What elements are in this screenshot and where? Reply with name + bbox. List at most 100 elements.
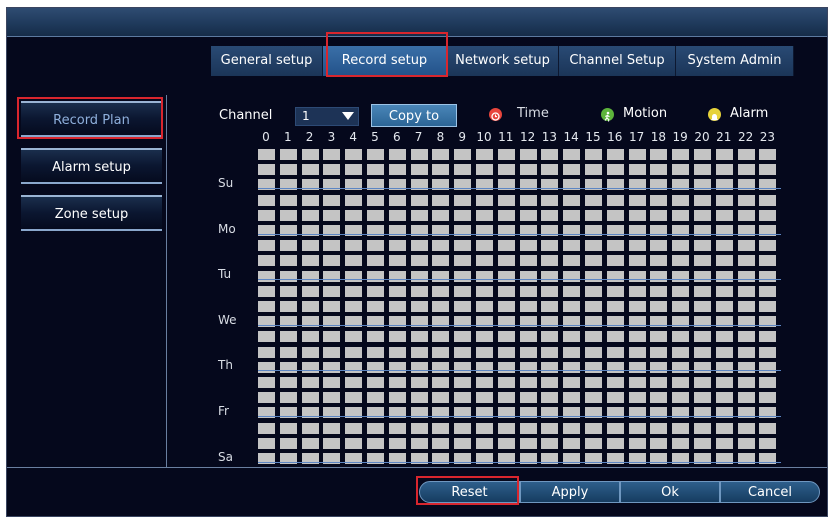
schedule-cell[interactable] — [323, 285, 341, 297]
schedule-cell[interactable] — [672, 209, 690, 221]
schedule-cell[interactable] — [279, 377, 297, 388]
schedule-cell[interactable] — [606, 346, 624, 358]
schedule-cell[interactable] — [694, 346, 711, 358]
schedule-cell[interactable] — [563, 346, 581, 358]
schedule-cell[interactable] — [388, 149, 406, 160]
schedule-cell[interactable] — [650, 255, 668, 267]
schedule-cell[interactable] — [367, 209, 384, 221]
tab-general-setup[interactable]: General setup — [211, 46, 323, 76]
schedule-cell[interactable] — [737, 331, 755, 343]
schedule-cell[interactable] — [258, 209, 275, 221]
schedule-cell[interactable] — [606, 437, 624, 449]
schedule-cell[interactable] — [541, 301, 559, 312]
schedule-cell[interactable] — [759, 392, 777, 404]
schedule-cell[interactable] — [432, 346, 450, 358]
schedule-cell[interactable] — [628, 255, 646, 267]
sidebar-item-alarm-setup[interactable]: Alarm setup — [21, 148, 162, 184]
cancel-button[interactable]: Cancel — [720, 481, 820, 503]
schedule-cell[interactable] — [410, 255, 428, 267]
schedule-cell[interactable] — [388, 392, 406, 404]
schedule-cell[interactable] — [759, 301, 777, 312]
schedule-cell[interactable] — [345, 149, 363, 160]
schedule-cell[interactable] — [628, 301, 646, 312]
schedule-cell[interactable] — [672, 255, 690, 267]
schedule-cell[interactable] — [345, 194, 363, 206]
schedule-cell[interactable] — [672, 194, 690, 206]
schedule-cell[interactable] — [715, 437, 733, 449]
schedule-cell[interactable] — [672, 301, 690, 312]
schedule-cell[interactable] — [497, 422, 515, 434]
schedule-cell[interactable] — [301, 346, 319, 358]
schedule-cell[interactable] — [585, 346, 602, 358]
schedule-cell[interactable] — [476, 149, 493, 160]
schedule-cell[interactable] — [715, 377, 733, 388]
schedule-cell[interactable] — [715, 285, 733, 297]
schedule-cell[interactable] — [519, 149, 537, 160]
schedule-cell[interactable] — [519, 194, 537, 206]
schedule-cell[interactable] — [367, 194, 384, 206]
schedule-cell[interactable] — [650, 346, 668, 358]
schedule-cell[interactable] — [345, 164, 363, 176]
schedule-cell[interactable] — [737, 422, 755, 434]
schedule-cell[interactable] — [737, 149, 755, 160]
schedule-cell[interactable] — [454, 240, 472, 252]
schedule-cell[interactable] — [585, 437, 602, 449]
schedule-cell[interactable] — [454, 285, 472, 297]
schedule-cell[interactable] — [672, 392, 690, 404]
schedule-cell[interactable] — [759, 422, 777, 434]
schedule-cell[interactable] — [279, 240, 297, 252]
schedule-cell[interactable] — [258, 377, 275, 388]
schedule-cell[interactable] — [759, 331, 777, 343]
schedule-cell[interactable] — [737, 240, 755, 252]
schedule-cell[interactable] — [519, 377, 537, 388]
schedule-cell[interactable] — [759, 209, 777, 221]
schedule-cell[interactable] — [585, 285, 602, 297]
schedule-cell[interactable] — [367, 149, 384, 160]
schedule-cell[interactable] — [497, 209, 515, 221]
schedule-cell[interactable] — [715, 392, 733, 404]
tab-system-admin[interactable]: System Admin — [676, 46, 794, 76]
schedule-cell[interactable] — [454, 149, 472, 160]
schedule-cell[interactable] — [672, 346, 690, 358]
schedule-cell[interactable] — [606, 301, 624, 312]
schedule-cell[interactable] — [650, 209, 668, 221]
schedule-cell[interactable] — [454, 377, 472, 388]
schedule-cell[interactable] — [715, 255, 733, 267]
schedule-cell[interactable] — [367, 255, 384, 267]
schedule-cell[interactable] — [258, 240, 275, 252]
schedule-cell[interactable] — [410, 301, 428, 312]
schedule-cell[interactable] — [519, 255, 537, 267]
schedule-cell[interactable] — [432, 301, 450, 312]
schedule-cell[interactable] — [497, 301, 515, 312]
schedule-cell[interactable] — [737, 346, 755, 358]
schedule-cell[interactable] — [519, 164, 537, 176]
schedule-cell[interactable] — [432, 194, 450, 206]
schedule-cell[interactable] — [563, 301, 581, 312]
schedule-cell[interactable] — [367, 331, 384, 343]
schedule-cell[interactable] — [672, 437, 690, 449]
schedule-cell[interactable] — [367, 285, 384, 297]
schedule-cell[interactable] — [715, 209, 733, 221]
schedule-cell[interactable] — [759, 437, 777, 449]
schedule-cell[interactable] — [585, 377, 602, 388]
schedule-cell[interactable] — [628, 285, 646, 297]
schedule-cell[interactable] — [476, 301, 493, 312]
schedule-cell[interactable] — [410, 240, 428, 252]
schedule-cell[interactable] — [367, 422, 384, 434]
schedule-cell[interactable] — [650, 422, 668, 434]
schedule-cell[interactable] — [519, 422, 537, 434]
schedule-cell[interactable] — [497, 437, 515, 449]
schedule-cell[interactable] — [476, 255, 493, 267]
schedule-cell[interactable] — [432, 331, 450, 343]
schedule-cell[interactable] — [497, 392, 515, 404]
schedule-cell[interactable] — [519, 285, 537, 297]
schedule-cell[interactable] — [694, 209, 711, 221]
schedule-cell[interactable] — [323, 437, 341, 449]
schedule-cell[interactable] — [476, 194, 493, 206]
schedule-cell[interactable] — [323, 346, 341, 358]
schedule-cell[interactable] — [628, 209, 646, 221]
schedule-cell[interactable] — [258, 194, 275, 206]
schedule-cell[interactable] — [541, 392, 559, 404]
ok-button[interactable]: Ok — [620, 481, 720, 503]
schedule-cell[interactable] — [606, 422, 624, 434]
